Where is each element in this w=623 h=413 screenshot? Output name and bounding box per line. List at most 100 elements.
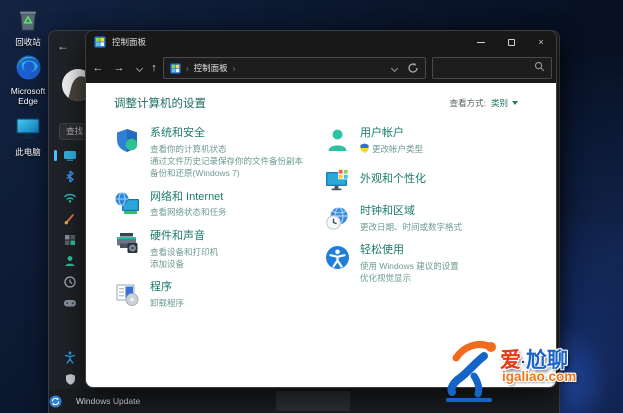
category-clock-region: 时钟和区域 更改日期、时间或数字格式 <box>324 205 534 233</box>
caret-down-icon[interactable] <box>512 101 518 105</box>
personalization-brush-icon <box>64 213 74 224</box>
recycle-bin-icon <box>0 6 56 35</box>
sidebar-item-accounts[interactable] <box>55 250 85 271</box>
categories-right-column: 用户帐户 更改帐户类型 外观和个性化 时钟和区域 更改日期、时间或数字格式 轻松… <box>324 127 534 296</box>
user-silhouette-icon[interactable] <box>324 127 351 154</box>
category-link[interactable]: 卸载程序 <box>150 297 184 309</box>
breadcrumb-chevron-icon[interactable]: › <box>233 64 236 73</box>
sidebar-item-bluetooth[interactable] <box>55 166 85 187</box>
address-dropdown-icon[interactable] <box>390 64 399 72</box>
category-link[interactable]: 查看你的计算机状态 <box>150 143 303 155</box>
address-bar[interactable]: › 控制面板 › <box>163 57 426 79</box>
window-title: 控制面板 <box>112 37 147 47</box>
category-link-label: 更改帐户类型 <box>372 143 424 154</box>
back-arrow-icon: ← <box>92 62 104 74</box>
category-link[interactable]: 查看网络状态和任务 <box>150 206 227 218</box>
apps-icon <box>65 234 75 245</box>
display-icon <box>64 150 76 161</box>
windows-update-label: Windows Update <box>76 396 141 406</box>
forward-button[interactable]: → <box>111 53 127 83</box>
category-link[interactable]: 备份和还原(Windows 7) <box>150 167 303 179</box>
control-panel-icon <box>94 36 106 48</box>
category-network-internet: 网络和 Internet 查看网络状态和任务 <box>114 191 314 219</box>
maximize-button[interactable] <box>496 31 526 53</box>
breadcrumb[interactable]: 控制面板 <box>194 62 228 74</box>
search-icon <box>534 61 545 72</box>
category-title[interactable]: 用户帐户 <box>360 127 423 141</box>
category-title[interactable]: 网络和 Internet <box>150 191 227 205</box>
sidebar-item-gaming[interactable] <box>55 292 85 313</box>
back-arrow-icon[interactable]: ← <box>57 39 69 53</box>
desktop: 回收站 Microsoft Edge 此电脑 ← 查找 Windows Upda… <box>0 0 623 413</box>
sidebar-item-time-language[interactable] <box>55 271 85 292</box>
category-link[interactable]: 更改帐户类型 <box>360 143 423 156</box>
minimize-icon <box>477 41 485 43</box>
close-icon: × <box>538 37 544 47</box>
sidebar-item-network[interactable] <box>55 187 85 208</box>
category-title[interactable]: 轻松使用 <box>360 244 459 258</box>
accessibility-circle-icon[interactable] <box>324 244 351 271</box>
chevron-down-icon <box>135 64 143 72</box>
sidebar-item-personalization[interactable] <box>55 208 85 229</box>
accounts-person-icon <box>65 255 75 266</box>
category-appearance-personalization: 外观和个性化 <box>324 167 534 194</box>
view-by-value[interactable]: 类别 <box>491 97 508 109</box>
sidebar-item-system[interactable] <box>54 145 85 166</box>
network-globe-monitor-icon[interactable] <box>114 191 141 218</box>
sidebar-item-privacy[interactable] <box>55 368 85 389</box>
settings-content-fragment <box>276 391 350 411</box>
minimize-button[interactable] <box>466 31 496 53</box>
navigation-toolbar: ← → ↑ › 控制面板 › <box>86 53 556 83</box>
sidebar-item-accessibility[interactable] <box>55 347 85 368</box>
uac-shield-icon <box>360 143 369 156</box>
category-link[interactable]: 使用 Windows 建议的设置 <box>360 260 459 272</box>
category-title[interactable]: 硬件和声音 <box>150 230 218 244</box>
settings-sidebar <box>54 145 85 389</box>
watermark-logo-runner-icon <box>446 341 496 402</box>
category-hardware-sound: 硬件和声音 查看设备和打印机 添加设备 <box>114 230 314 270</box>
view-by-label: 查看方式: <box>449 98 486 108</box>
breadcrumb-chevron-icon: › <box>186 63 189 73</box>
category-link[interactable]: 优化视觉显示 <box>360 272 459 284</box>
up-button[interactable]: ↑ <box>146 53 162 83</box>
monitor-tiles-icon[interactable] <box>324 167 351 194</box>
sidebar-item-apps[interactable] <box>55 229 85 250</box>
forward-arrow-icon: → <box>113 62 125 74</box>
category-link[interactable]: 查看设备和打印机 <box>150 246 218 258</box>
printer-speaker-icon[interactable] <box>114 230 141 257</box>
refresh-icon[interactable] <box>407 62 419 74</box>
category-title[interactable]: 程序 <box>150 281 184 295</box>
window-controls: × <box>466 31 556 53</box>
category-title[interactable]: 时钟和区域 <box>360 205 462 219</box>
search-box[interactable] <box>432 57 552 79</box>
category-link[interactable]: 通过文件历史记录保存你的文件备份副本 <box>150 155 303 167</box>
bluetooth-icon <box>66 170 74 183</box>
security-shield-icon[interactable] <box>114 127 141 154</box>
selected-indicator <box>54 150 57 161</box>
watermark: 爱·尬聊 igaliao.com <box>444 336 623 408</box>
recent-pages-button[interactable] <box>131 53 147 83</box>
accessibility-icon <box>64 351 76 364</box>
wifi-icon <box>64 193 76 203</box>
privacy-shield-icon <box>65 373 75 385</box>
gaming-gamepad-icon <box>64 299 76 306</box>
category-link[interactable]: 更改日期、时间或数字格式 <box>360 221 462 233</box>
up-arrow-icon: ↑ <box>151 62 157 74</box>
category-ease-of-access: 轻松使用 使用 Windows 建议的设置 优化视觉显示 <box>324 244 534 284</box>
watermark-site: igaliao.com <box>502 369 577 384</box>
categories-left-column: 系统和安全 查看你的计算机状态 通过文件历史记录保存你的文件备份副本 备份和还原… <box>114 127 314 320</box>
maximize-icon <box>507 38 515 46</box>
control-panel-icon <box>170 62 181 74</box>
program-disc-icon[interactable] <box>114 281 141 308</box>
view-by-control: 查看方式: 类别 <box>450 97 518 109</box>
globe-clock-icon[interactable] <box>324 205 351 232</box>
category-link[interactable]: 添加设备 <box>150 258 218 270</box>
close-button[interactable]: × <box>526 31 556 53</box>
category-title[interactable]: 外观和个性化 <box>360 173 426 187</box>
title-bar[interactable]: 控制面板 × <box>86 31 556 53</box>
category-title[interactable]: 系统和安全 <box>150 127 303 141</box>
category-user-accounts: 用户帐户 更改帐户类型 <box>324 127 534 156</box>
time-clock-icon <box>64 275 76 288</box>
back-button[interactable]: ← <box>90 53 106 83</box>
windows-update-icon <box>49 395 62 407</box>
